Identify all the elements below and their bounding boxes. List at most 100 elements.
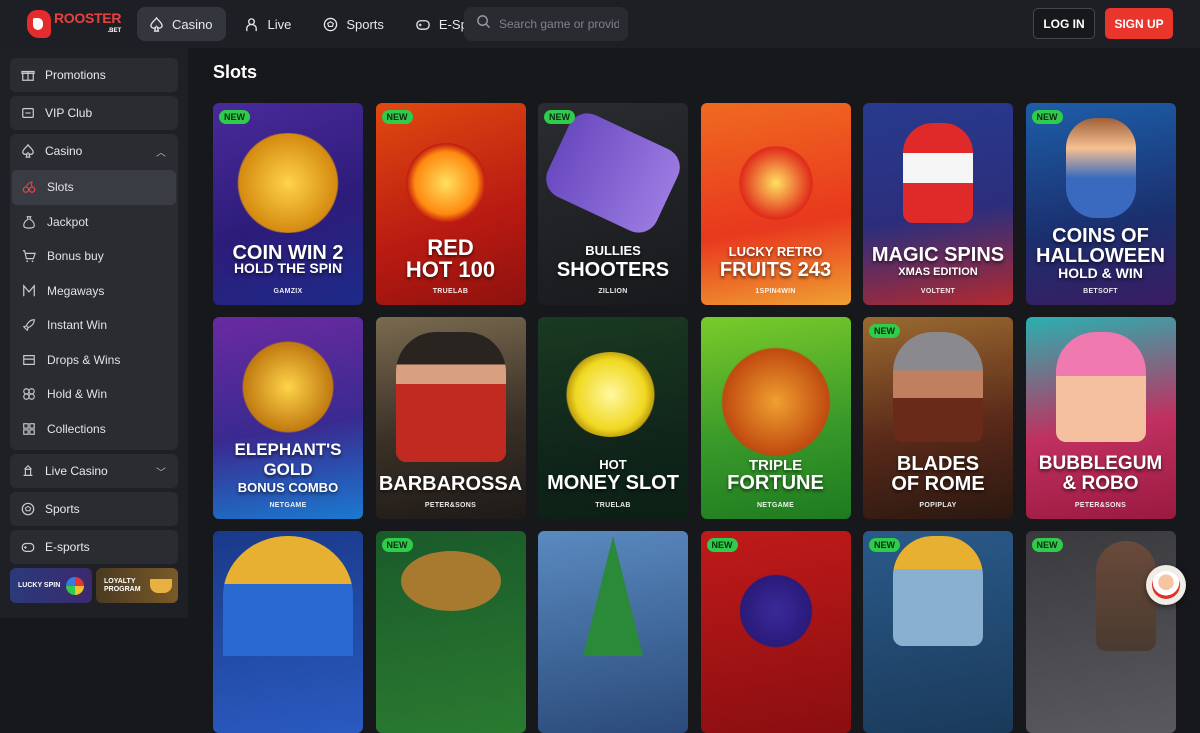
sidebar-item-label: Bonus buy [47,249,104,264]
game-title: COINS OF [1052,225,1149,247]
game-card[interactable]: NEW BLADES OF ROME POPIPLAY [863,317,1013,519]
nav-casino[interactable]: Casino [137,7,227,41]
game-title: LUCKY RETRO [728,244,823,259]
game-provider: NETGAME [756,502,795,509]
game-card[interactable]: ELEPHANT'S GOLD BONUS COMBO NETGAME [213,317,363,519]
game-provider: ZILLION [598,288,628,295]
game-title: RED [427,235,474,260]
game-provider: POPIPLAY [919,502,957,509]
new-badge: NEW [869,324,900,338]
sidebar-item-drops-wins[interactable]: Drops & Wins [12,343,176,378]
game-provider: TRUELAB [432,288,469,295]
page-title: Slots [213,62,258,82]
game-title: BONUS COMBO [237,480,339,495]
new-badge: NEW [869,538,900,552]
game-card[interactable]: MAGIC SPINS XMAS EDITION VOLTENT [863,103,1013,305]
lucky-spin-banner[interactable]: LUCKY SPIN [10,568,92,603]
game-provider: NETGAME [269,502,307,509]
sidebar-item-label: Live Casino [45,464,108,478]
new-badge: NEW [381,110,413,124]
login-button[interactable]: LOG IN [1033,8,1095,39]
nav-sports[interactable]: Sports [311,7,398,41]
signup-button[interactable]: SIGN UP [1105,8,1173,39]
game-title: MAGIC SPINS [871,244,1005,266]
game-card[interactable]: TRIPLE FORTUNE NETGAME [700,317,851,519]
game-card[interactable]: HOT MONEY SLOT TRUELAB [538,317,688,519]
sidebar-item-megaways[interactable]: Megaways [12,274,176,309]
game-card[interactable]: NEW COIN WIN 2 HOLD THE SPIN GAMZIX [213,103,363,305]
game-provider: PETER&SONS [424,502,477,509]
dealer-icon [243,16,260,33]
game-card[interactable]: NEW [700,531,851,733]
sidebar-item-promotions[interactable]: Promotions [10,58,178,92]
game-title: FRUITS 243 [719,259,832,281]
new-badge: NEW [219,110,250,124]
nav-live[interactable]: Live [232,7,305,41]
game-title: ELEPHANT'S [234,440,342,459]
casino-submenu: Slots Jackpot Bonus buy Megaways Instant… [10,168,178,450]
new-badge: NEW [544,110,575,124]
sidebar-item-bonus-buy[interactable]: Bonus buy [12,239,176,274]
wheel-icon [66,576,85,595]
game-title: HOLD & WIN [1058,265,1143,281]
game-title: HOT 100 [405,257,496,282]
loyalty-program-banner[interactable]: LOYALTY PROGRAM [96,568,178,603]
game-card[interactable] [538,531,688,733]
drops-icon [21,352,37,368]
game-title: BULLIES [585,243,641,258]
chevron-down-icon[interactable]: ﹀ [156,464,166,479]
brand-suffix: .BET [107,27,122,34]
game-provider: TRUELAB [595,502,631,509]
sidebar-item-collections[interactable]: Collections [12,412,176,447]
sidebar-item-jackpot[interactable]: Jackpot [12,205,176,240]
game-card[interactable]: NEW COINS OF HALLOWEEN HOLD & WIN BETSOFT [1025,103,1176,305]
game-card[interactable]: BARBAROSSA PETER&SONS [375,317,526,519]
game-card[interactable]: NEW RED HOT 100 TRUELAB [375,103,526,305]
game-card[interactable]: BUBBLEGUM & ROBO PETER&SONS [1025,317,1176,519]
sidebar-item-label: Instant Win [47,318,108,333]
nav-label: Live [267,16,292,32]
game-title: & ROBO [1062,473,1139,494]
game-provider: GAMZIX [273,288,303,295]
game-title: TRIPLE [748,457,803,474]
sidebar-item-sports[interactable]: Sports [10,492,178,526]
game-card[interactable] [213,531,363,733]
chevron-up-icon[interactable]: ︿ [156,144,166,159]
santa-avatar-icon [1152,571,1180,599]
moneybag-icon [21,214,37,230]
game-provider: BETSOFT [1083,288,1118,295]
gamepad-icon [20,539,36,555]
promo-banners: LUCKY SPIN LOYALTY PROGRAM [10,568,178,603]
sidebar-item-label: Drops & Wins [47,352,121,367]
main-content: Slots NEW COIN WIN 2 HOLD THE SPIN GAMZIX NE… [188,48,1200,733]
sidebar-item-label: Slots [47,180,74,195]
nav-label: Sports [346,16,384,32]
sidebar: Promotions VIP Club Casino ︿ Slots Jackp… [0,48,188,618]
nav-label: Casino [172,16,213,32]
game-title: HOLD THE SPIN [233,260,343,276]
sidebar-item-vip-club[interactable]: VIP Club [10,96,178,130]
game-card[interactable]: NEW [863,531,1013,733]
game-title: FORTUNE [727,472,824,494]
game-card[interactable]: LUCKY RETRO FRUITS 243 1SPIN4WIN [700,103,851,305]
game-card[interactable]: NEW [1025,531,1176,733]
sidebar-item-hold-win[interactable]: Hold & Win [12,377,176,412]
game-card[interactable]: NEW BULLIES SHOOTERS ZILLION [538,103,688,305]
gift-icon [20,67,36,83]
game-card[interactable]: NEW [375,531,526,733]
sidebar-item-live-casino[interactable]: Live Casino ﹀ [10,454,178,488]
logo[interactable]: ROOSTER .BET [27,8,122,40]
sidebar-item-label: E-sports [45,540,90,554]
search-input[interactable] [499,17,619,31]
new-badge: NEW [381,538,413,552]
sidebar-item-slots[interactable]: Slots [12,170,176,205]
sidebar-item-esports[interactable]: E-sports [10,530,178,564]
sidebar-item-casino[interactable]: Casino ︿ [10,134,178,168]
brand-name: ROOSTER [54,9,122,26]
game-title: GOLD [263,460,313,479]
sidebar-item-instant-win[interactable]: Instant Win [12,308,176,343]
hold-icon [21,386,37,402]
game-title: XMAS EDITION [898,266,978,278]
game-title: BUBBLEGUM [1038,453,1163,474]
chat-support-button[interactable] [1146,565,1186,605]
